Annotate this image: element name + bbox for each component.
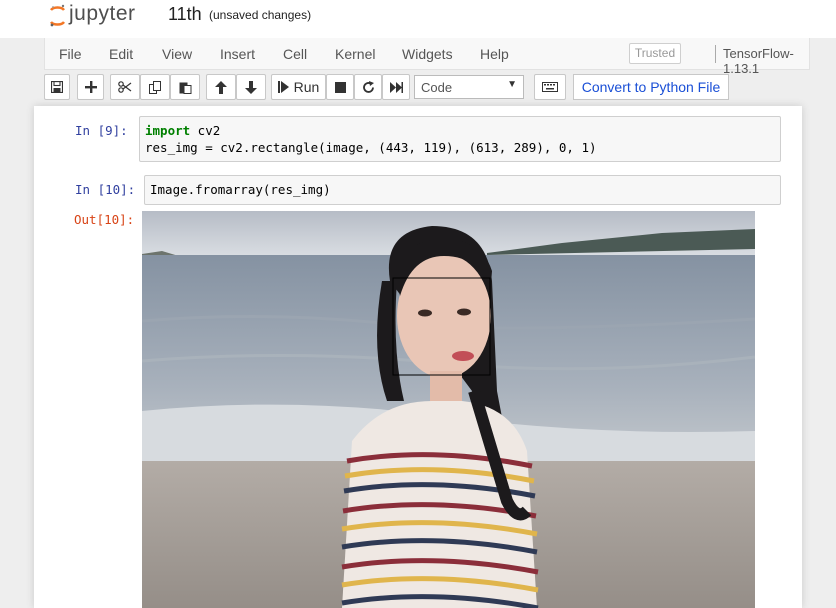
restart-icon bbox=[362, 80, 374, 93]
logo-text: jupyter bbox=[69, 2, 136, 25]
menu-insert[interactable]: Insert bbox=[220, 46, 255, 62]
keyboard-icon bbox=[542, 82, 558, 92]
arrow-up-icon bbox=[215, 80, 227, 94]
cell-type-select[interactable]: Code ▼ bbox=[414, 75, 524, 99]
notebook-page: In [9]: import cv2 res_img = cv2.rectang… bbox=[34, 106, 802, 608]
cell-2-input[interactable]: Image.fromarray(res_img) bbox=[144, 175, 781, 205]
fast-forward-icon bbox=[389, 81, 403, 93]
paste-button[interactable] bbox=[170, 74, 200, 100]
cell-type-value: Code bbox=[421, 80, 453, 95]
code-line-1: import cv2 bbox=[145, 123, 220, 138]
menu-help[interactable]: Help bbox=[480, 46, 509, 62]
menu-view[interactable]: View bbox=[162, 46, 192, 62]
notebook-name[interactable]: 11th bbox=[168, 4, 202, 25]
menubar: File Edit View Insert Cell Kernel Widget… bbox=[44, 38, 810, 76]
arrow-down-icon bbox=[245, 80, 257, 94]
chevron-down-icon: ▼ bbox=[507, 79, 517, 90]
move-down-button[interactable] bbox=[236, 74, 266, 100]
menu-widgets[interactable]: Widgets bbox=[402, 46, 453, 62]
output-prompt: Out[10]: bbox=[74, 212, 135, 227]
run-label: Run bbox=[293, 79, 320, 95]
interrupt-button[interactable] bbox=[326, 74, 354, 100]
menu-file[interactable]: File bbox=[59, 46, 82, 62]
menu-cell[interactable]: Cell bbox=[283, 46, 307, 62]
restart-run-all-button[interactable] bbox=[382, 74, 410, 100]
cell-2-prompt: In [10]: bbox=[75, 182, 136, 197]
import-keyword: import bbox=[145, 123, 191, 138]
trusted-indicator[interactable]: Trusted bbox=[629, 43, 681, 64]
photo-output-image bbox=[142, 211, 755, 608]
menu-edit[interactable]: Edit bbox=[109, 46, 133, 62]
header-bar: jupyter 11th (unsaved changes) bbox=[0, 0, 836, 38]
run-icon bbox=[277, 81, 289, 93]
save-status: (unsaved changes) bbox=[209, 8, 312, 22]
restart-button[interactable] bbox=[354, 74, 382, 100]
plus-icon bbox=[84, 81, 97, 93]
command-palette-button[interactable] bbox=[534, 74, 566, 100]
paste-icon bbox=[179, 82, 191, 94]
code-line-2: res_img = cv2.rectangle(image, (443, 119… bbox=[145, 140, 597, 155]
jupyter-logo[interactable]: jupyter bbox=[47, 0, 157, 34]
cell-1-input[interactable]: import cv2 res_img = cv2.rectangle(image… bbox=[139, 116, 781, 162]
toolbar: Run Code ▼ Convert to Python File bbox=[44, 70, 810, 106]
import-module: cv2 bbox=[190, 123, 221, 138]
move-up-button[interactable] bbox=[206, 74, 236, 100]
cut-button[interactable] bbox=[110, 74, 140, 100]
save-button[interactable] bbox=[44, 74, 70, 100]
run-button[interactable]: Run bbox=[271, 74, 326, 100]
menu-kernel[interactable]: Kernel bbox=[335, 46, 375, 62]
output-image bbox=[142, 211, 755, 608]
cell-1-prompt: In [9]: bbox=[75, 123, 128, 138]
menubar-divider bbox=[715, 45, 716, 63]
add-cell-button[interactable] bbox=[77, 74, 104, 100]
code-line-3: Image.fromarray(res_img) bbox=[150, 182, 331, 197]
convert-to-python-button[interactable]: Convert to Python File bbox=[573, 74, 729, 100]
copy-button[interactable] bbox=[140, 74, 170, 100]
copy-icon bbox=[148, 80, 161, 94]
scissors-icon bbox=[118, 81, 132, 93]
save-icon bbox=[51, 81, 63, 93]
stop-icon bbox=[334, 81, 346, 93]
jupyter-logo-icon bbox=[49, 4, 66, 27]
